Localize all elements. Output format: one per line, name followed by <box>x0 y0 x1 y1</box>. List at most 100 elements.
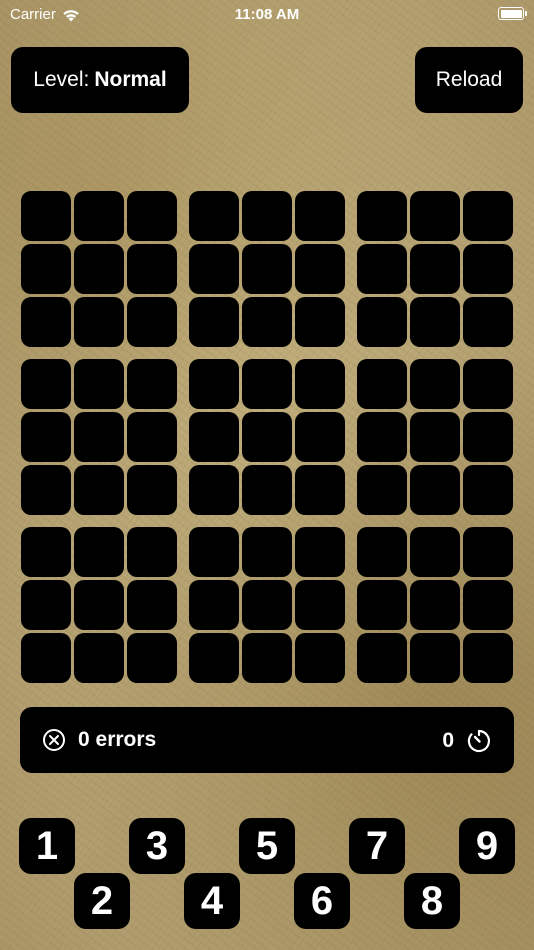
sudoku-cell[interactable] <box>410 633 460 683</box>
info-bar: 0 errors 0 <box>20 707 514 773</box>
sudoku-cell[interactable] <box>242 580 292 630</box>
sudoku-cell[interactable] <box>410 297 460 347</box>
sudoku-cell[interactable] <box>21 527 71 577</box>
sudoku-cell[interactable] <box>189 297 239 347</box>
sudoku-cell[interactable] <box>74 191 124 241</box>
number-key-2[interactable]: 2 <box>74 873 130 929</box>
number-key-5[interactable]: 5 <box>239 818 295 874</box>
x-circle-icon <box>43 729 65 751</box>
level-value: Normal <box>94 68 167 91</box>
sudoku-cell[interactable] <box>242 191 292 241</box>
sudoku-cell[interactable] <box>189 527 239 577</box>
status-bar: Carrier 11:08 AM <box>0 0 534 30</box>
sudoku-cell[interactable] <box>127 633 177 683</box>
sudoku-cell[interactable] <box>74 527 124 577</box>
sudoku-cell[interactable] <box>21 359 71 409</box>
timer-value: 0 <box>442 729 454 752</box>
sudoku-cell[interactable] <box>242 465 292 515</box>
sudoku-cell[interactable] <box>463 191 513 241</box>
sudoku-cell[interactable] <box>295 297 345 347</box>
number-key-3[interactable]: 3 <box>129 818 185 874</box>
sudoku-cell[interactable] <box>74 359 124 409</box>
sudoku-cell[interactable] <box>242 633 292 683</box>
sudoku-cell[interactable] <box>295 359 345 409</box>
sudoku-cell[interactable] <box>74 412 124 462</box>
sudoku-cell[interactable] <box>357 412 407 462</box>
sudoku-cell[interactable] <box>21 580 71 630</box>
number-key-7[interactable]: 7 <box>349 818 405 874</box>
sudoku-cell[interactable] <box>295 465 345 515</box>
number-key-8[interactable]: 8 <box>404 873 460 929</box>
number-key-6[interactable]: 6 <box>294 873 350 929</box>
sudoku-cell[interactable] <box>357 359 407 409</box>
sudoku-cell[interactable] <box>410 191 460 241</box>
sudoku-cell[interactable] <box>295 412 345 462</box>
sudoku-cell[interactable] <box>295 244 345 294</box>
sudoku-cell[interactable] <box>74 297 124 347</box>
sudoku-cell[interactable] <box>357 633 407 683</box>
sudoku-cell[interactable] <box>127 297 177 347</box>
sudoku-cell[interactable] <box>189 244 239 294</box>
level-button[interactable]: Level: Normal <box>11 47 189 113</box>
sudoku-cell[interactable] <box>242 359 292 409</box>
sudoku-cell[interactable] <box>357 297 407 347</box>
sudoku-cell[interactable] <box>410 580 460 630</box>
sudoku-cell[interactable] <box>21 297 71 347</box>
sudoku-cell[interactable] <box>21 465 71 515</box>
sudoku-cell[interactable] <box>463 244 513 294</box>
sudoku-cell[interactable] <box>127 359 177 409</box>
sudoku-cell[interactable] <box>242 244 292 294</box>
sudoku-cell[interactable] <box>189 359 239 409</box>
sudoku-cell[interactable] <box>127 191 177 241</box>
sudoku-cell[interactable] <box>21 244 71 294</box>
number-key-9[interactable]: 9 <box>459 818 515 874</box>
sudoku-cell[interactable] <box>127 465 177 515</box>
sudoku-cell[interactable] <box>463 580 513 630</box>
sudoku-cell[interactable] <box>357 244 407 294</box>
sudoku-cell[interactable] <box>463 359 513 409</box>
number-key-4[interactable]: 4 <box>184 873 240 929</box>
sudoku-cell[interactable] <box>463 412 513 462</box>
level-label: Level: <box>33 68 90 91</box>
sudoku-cell[interactable] <box>21 633 71 683</box>
sudoku-cell[interactable] <box>463 297 513 347</box>
sudoku-cell[interactable] <box>127 580 177 630</box>
sudoku-cell[interactable] <box>410 412 460 462</box>
sudoku-cell[interactable] <box>74 465 124 515</box>
sudoku-cell[interactable] <box>410 359 460 409</box>
timer-icon <box>467 729 491 753</box>
sudoku-cell[interactable] <box>463 465 513 515</box>
sudoku-cell[interactable] <box>295 633 345 683</box>
number-key-1[interactable]: 1 <box>19 818 75 874</box>
sudoku-cell[interactable] <box>357 465 407 515</box>
sudoku-cell[interactable] <box>74 580 124 630</box>
sudoku-cell[interactable] <box>74 633 124 683</box>
sudoku-cell[interactable] <box>357 580 407 630</box>
sudoku-cell[interactable] <box>463 633 513 683</box>
sudoku-cell[interactable] <box>410 527 460 577</box>
sudoku-cell[interactable] <box>189 191 239 241</box>
sudoku-cell[interactable] <box>127 244 177 294</box>
sudoku-cell[interactable] <box>189 633 239 683</box>
sudoku-cell[interactable] <box>357 191 407 241</box>
sudoku-cell[interactable] <box>410 244 460 294</box>
reload-button[interactable]: Reload <box>415 47 523 113</box>
sudoku-cell[interactable] <box>74 244 124 294</box>
sudoku-cell[interactable] <box>189 580 239 630</box>
sudoku-cell[interactable] <box>357 527 407 577</box>
sudoku-cell[interactable] <box>295 580 345 630</box>
sudoku-cell[interactable] <box>127 527 177 577</box>
sudoku-cell[interactable] <box>189 412 239 462</box>
sudoku-cell[interactable] <box>410 465 460 515</box>
errors-group: 0 errors <box>42 728 156 752</box>
sudoku-cell[interactable] <box>463 527 513 577</box>
sudoku-cell[interactable] <box>295 191 345 241</box>
sudoku-cell[interactable] <box>21 191 71 241</box>
sudoku-cell[interactable] <box>242 412 292 462</box>
sudoku-cell[interactable] <box>242 297 292 347</box>
sudoku-cell[interactable] <box>189 465 239 515</box>
sudoku-cell[interactable] <box>242 527 292 577</box>
sudoku-cell[interactable] <box>295 527 345 577</box>
sudoku-cell[interactable] <box>21 412 71 462</box>
sudoku-cell[interactable] <box>127 412 177 462</box>
